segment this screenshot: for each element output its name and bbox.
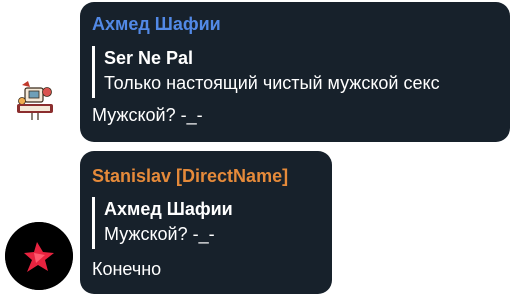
reply-quote[interactable]: Ser Ne Pal Только настоящий чистый мужск…: [92, 46, 440, 98]
reply-author: Ser Ne Pal: [104, 48, 194, 68]
avatar[interactable]: [8, 71, 62, 125]
message-bubble[interactable]: Ахмед Шафии Ser Ne Pal Только настоящий …: [80, 2, 510, 142]
reply-text: Мужской? -_-: [104, 224, 215, 244]
reply-text: Только настоящий чистый мужской секс: [104, 73, 440, 93]
sender-name[interactable]: Ахмед Шафии: [92, 14, 221, 35]
hello-world-sticker-icon: [8, 71, 62, 125]
message-bubble[interactable]: Stanislav [DirectName] Ахмед Шафии Мужск…: [80, 151, 332, 294]
message-text: Конечно: [92, 259, 162, 279]
avatar[interactable]: [5, 222, 73, 290]
red-star-logo-icon: [5, 222, 73, 290]
reply-quote[interactable]: Ахмед Шафии Мужской? -_-: [92, 197, 233, 249]
sender-name[interactable]: Stanislav [DirectName]: [92, 166, 288, 187]
reply-author: Ахмед Шафии: [104, 199, 233, 219]
message-text: Мужской? -_-: [92, 105, 203, 125]
